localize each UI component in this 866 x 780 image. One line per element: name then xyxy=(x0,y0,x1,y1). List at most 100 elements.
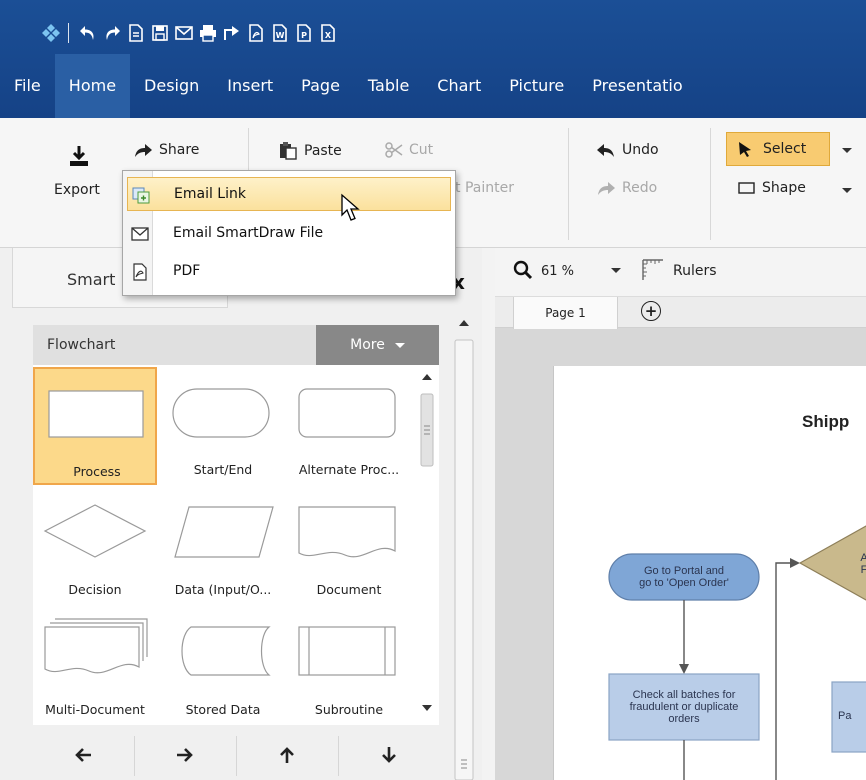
format-painter-button[interactable]: t Painter xyxy=(455,180,514,196)
undo-icon[interactable] xyxy=(77,22,99,44)
menu-presentation[interactable]: Presentatio xyxy=(578,54,696,118)
arrow-up-icon[interactable] xyxy=(237,730,337,780)
rulers-icon[interactable] xyxy=(641,258,665,286)
library-nav-row xyxy=(33,730,439,780)
panel-scrollbar[interactable] xyxy=(452,316,476,780)
email-icon[interactable] xyxy=(173,22,195,44)
shape-label: Document xyxy=(316,582,382,597)
start-node-text: Go to Portal and go to 'Open Order' xyxy=(639,565,729,589)
cut-label: Cut xyxy=(409,142,434,158)
menu-design[interactable]: Design xyxy=(130,54,213,118)
zoom-dropdown-arrow-icon[interactable] xyxy=(611,268,621,273)
svg-text:X: X xyxy=(325,31,332,40)
svg-text:P: P xyxy=(301,31,307,40)
menu-item-pdf[interactable]: PDF xyxy=(127,255,451,289)
menu-home[interactable]: Home xyxy=(54,54,131,118)
export-button[interactable]: Export xyxy=(50,140,114,204)
shape-process[interactable]: Process xyxy=(33,367,157,485)
add-page-glyph: + xyxy=(644,301,658,320)
share-dropdown-menu: Email Link Email SmartDraw File PDF xyxy=(122,170,456,296)
shape-data-input-output[interactable]: Data (Input/O... xyxy=(161,485,285,603)
export-ppt-icon[interactable]: P xyxy=(293,22,315,44)
cut-button[interactable]: Cut xyxy=(385,142,433,158)
shape-label: Subroutine xyxy=(314,702,384,717)
select-tool-button[interactable]: Select xyxy=(726,132,830,166)
menu-item-label: Email Link xyxy=(174,186,246,202)
menu-file[interactable]: File xyxy=(0,54,55,118)
share-icon[interactable] xyxy=(221,22,243,44)
zoom-icon[interactable] xyxy=(513,260,533,284)
diagram-page: Shipp Go to Portal and go to 'Open Order… xyxy=(553,366,866,780)
shape-grid-scrollbar[interactable] xyxy=(415,370,439,720)
redo-arrow-icon xyxy=(596,180,616,196)
select-dropdown-arrow-icon[interactable] xyxy=(842,148,852,153)
export-pdf-icon[interactable] xyxy=(245,22,267,44)
more-chevron-down-icon xyxy=(394,342,405,348)
new-document-icon[interactable] xyxy=(125,22,147,44)
save-icon[interactable] xyxy=(149,22,171,44)
menu-item-label: Email SmartDraw File xyxy=(173,225,324,241)
export-excel-icon[interactable]: X xyxy=(317,22,339,44)
paste-button[interactable]: Paste xyxy=(278,142,342,160)
svg-text:W: W xyxy=(276,31,285,40)
shape-subroutine[interactable]: Subroutine xyxy=(287,605,411,723)
shape-label: Stored Data xyxy=(185,702,261,717)
pdf-icon xyxy=(131,263,149,281)
arrow-down-icon[interactable] xyxy=(339,730,439,780)
share-label: Share xyxy=(159,142,200,158)
export-word-icon[interactable]: W xyxy=(269,22,291,44)
menu-item-label: PDF xyxy=(173,263,201,279)
undo-button[interactable]: Undo xyxy=(596,142,659,158)
shape-tool-button[interactable]: Shape xyxy=(738,180,806,196)
library-header: Flowchart More xyxy=(33,325,439,365)
undo-arrow-icon xyxy=(596,142,616,158)
shape-decision[interactable]: Decision xyxy=(33,485,157,603)
add-page-icon[interactable]: + xyxy=(641,301,661,321)
smart-panel-tab-label: Smart xyxy=(67,270,116,289)
email-link-icon xyxy=(132,186,150,204)
redo-label: Redo xyxy=(622,180,658,196)
shape-dropdown-arrow-icon[interactable] xyxy=(842,188,852,193)
ribbon-separator xyxy=(710,128,711,240)
zoom-level[interactable]: 61 % xyxy=(541,264,574,279)
menu-item-email-link[interactable]: Email Link xyxy=(127,177,451,211)
menu-insert[interactable]: Insert xyxy=(213,54,287,118)
flowchart-arrowhead xyxy=(679,664,689,674)
menu-table[interactable]: Table xyxy=(354,54,423,118)
share-button[interactable]: Share xyxy=(133,142,199,158)
menu-chart[interactable]: Chart xyxy=(423,54,495,118)
shape-stored-data[interactable]: Stored Data xyxy=(161,605,285,723)
shape-label: Start/End xyxy=(193,462,253,477)
library-more-button[interactable]: More xyxy=(316,325,439,365)
decision-node-text: A F xyxy=(860,552,866,576)
shape-alternate-process[interactable]: Alternate Proc... xyxy=(287,367,411,485)
rulers-label[interactable]: Rulers xyxy=(673,263,717,279)
library-more-label: More xyxy=(350,337,385,353)
envelope-icon xyxy=(131,225,149,243)
export-icon xyxy=(67,144,91,172)
redo-icon[interactable] xyxy=(101,22,123,44)
shape-start-end[interactable]: Start/End xyxy=(161,367,285,485)
ribbon-separator xyxy=(568,128,569,240)
redo-button[interactable]: Redo xyxy=(596,180,657,196)
page-tab[interactable]: Page 1 xyxy=(513,297,618,329)
menu-picture[interactable]: Picture xyxy=(495,54,578,118)
quick-access-toolbar: W P X xyxy=(40,22,341,44)
flowchart-connector xyxy=(775,562,798,780)
shape-multi-document[interactable]: Multi-Document xyxy=(33,605,157,723)
toolbar-separator xyxy=(68,23,69,43)
shape-label: Data (Input/O... xyxy=(174,582,272,597)
shape-document[interactable]: Document xyxy=(287,485,411,603)
arrow-right-icon[interactable] xyxy=(135,730,235,780)
library-title: Flowchart xyxy=(47,337,116,353)
app-header: W P X File Home Design Insert Page Table… xyxy=(0,0,866,118)
arrow-left-icon[interactable] xyxy=(33,730,133,780)
process-node-text: Check all batches for fraudulent or dupl… xyxy=(629,689,739,725)
shape-label: Multi-Document xyxy=(45,702,145,717)
undo-label: Undo xyxy=(622,142,659,158)
print-icon[interactable] xyxy=(197,22,219,44)
shape-label: Shape xyxy=(762,180,806,196)
app-logo-icon[interactable] xyxy=(40,22,62,44)
menu-page[interactable]: Page xyxy=(287,54,354,118)
menu-item-email-smartdraw-file[interactable]: Email SmartDraw File xyxy=(127,217,451,251)
